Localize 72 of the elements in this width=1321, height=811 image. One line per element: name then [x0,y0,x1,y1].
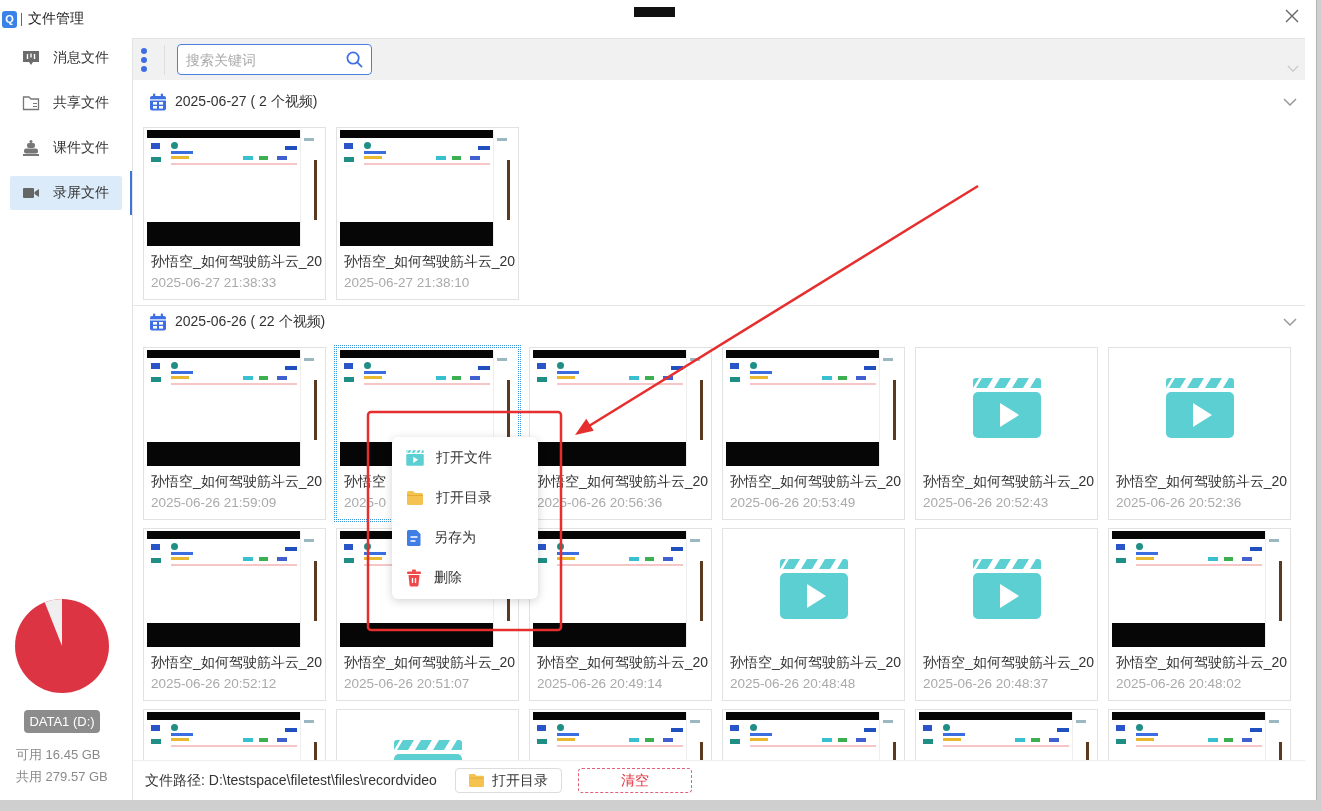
clear-button[interactable]: 清空 [577,768,692,793]
message-icon [22,50,40,66]
video-card[interactable]: 孙悟空_如何驾驶筋斗云_20 2025-06-26 20:52:36 [1108,347,1291,520]
video-card[interactable]: 孙悟空_如何驾驶筋斗云_20 2025-06-26 21:59:09 [143,347,326,520]
video-time: 2025-06-26 20:52:36 [1116,494,1242,512]
video-title: 孙悟空_如何驾驶筋斗云_20 [344,252,516,271]
chevron-down-icon[interactable] [1283,98,1297,106]
more-icon[interactable] [140,46,148,73]
calendar-icon [149,93,167,111]
video-card[interactable]: 孙悟空_如何驾驶筋斗云_20 2025-06-27 21:38:10 [336,127,519,300]
video-card[interactable]: 孙悟空_如何驾驶筋斗云_20 2025-06-26 20:48:37 [915,528,1098,701]
app-logo: Q [2,10,17,28]
video-title: 孙悟空_如何驾驶筋斗云_20 [151,653,323,672]
video-card[interactable]: 孙悟空_如何驾驶筋斗云_20 2025-06-26 20:48:02 [1108,528,1291,701]
group-title: 2025-06-27 ( 2 个视频) [175,93,318,111]
search-icon[interactable] [346,51,363,68]
sidebar-item[interactable]: 录屏文件 [10,176,122,210]
video-time: 2025-06-26 20:52:43 [923,494,1049,512]
video-time: 2025-06-26 20:52:12 [151,675,277,693]
document-icon [406,529,422,547]
video-time: 2025-06-27 21:38:33 [151,274,277,292]
folder-icon [406,490,424,506]
video-time: 2025-06-26 20:48:48 [730,675,856,693]
calendar-icon [149,313,167,331]
trash-icon [406,569,422,587]
sidebar-item[interactable]: 消息文件 [10,41,122,75]
free-space-text: 可用 16.45 GB [16,746,101,764]
video-title: 孙悟空_如何驾驶筋斗云_20 [151,252,323,271]
video-time: 2025-06-26 21:59:09 [151,494,277,512]
selection-indicator [130,171,132,215]
redaction-block [634,7,675,17]
video-title: 孙悟空_如何驾驶筋斗云_20 [923,472,1095,491]
video-title: 孙悟空_如何驾驶筋斗云_20 [151,472,323,491]
file-path-text: 文件路径: D:\testspace\filetest\files\recordvideo [145,771,437,790]
video-time: 2025-06-26 20:49:14 [537,675,663,693]
close-icon[interactable] [1285,9,1299,23]
video-card[interactable]: 孙悟空_如何驾驶筋斗云_20 2025-06-26 20:52:43 [915,347,1098,520]
robot-icon [22,139,40,157]
video-time: 2025-06-26 20:48:02 [1116,675,1242,693]
search-field[interactable]: 搜索关键词 [177,44,372,75]
video-card[interactable]: 孙悟空_如何驾驶筋斗云_20 2025-06-26 20:53:49 [722,347,905,520]
clapperboard-icon [971,558,1042,620]
video-time: 2025-06-26 20:51:07 [344,675,470,693]
sidebar-item[interactable]: 课件文件 [10,131,122,165]
video-time: 2025-06-26 20:53:49 [730,494,856,512]
total-space-text: 共用 279.57 GB [16,768,108,786]
video-card[interactable]: 孙悟空_如何驾驶筋斗云_20 2025-06-26 20:48:48 [722,528,905,701]
video-card[interactable]: 孙悟空_如何驾驶筋斗云_20 2025-06-26 20:49:14 [529,528,712,701]
clapperboard-icon [1164,377,1235,439]
video-title: 孙悟空_如何驾驶筋斗云_20 [1116,653,1288,672]
clapperboard-icon [971,377,1042,439]
chevron-down-icon[interactable] [1283,318,1297,326]
folder-icon [22,95,40,111]
video-title: 孙悟空_如何驾驶筋斗云_20 [344,653,516,672]
video-title: 孙悟空_如何驾驶筋斗云_20 [923,653,1095,672]
video-time: 2025-06-27 21:38:10 [344,274,470,292]
clapperboard-icon [778,558,849,620]
video-title: 孙悟空_如何驾驶筋斗云_20 [537,653,709,672]
video-card[interactable]: 孙悟空_如何驾驶筋斗云_20 2025-06-26 20:52:12 [143,528,326,701]
folder-icon [468,773,486,788]
video-time: 2025-06-26 20:48:37 [923,675,1049,693]
clapperboard-icon [406,450,424,466]
video-camera-icon [22,186,40,200]
video-title: 孙悟空_如何驾驶筋斗云_20 [730,653,902,672]
sidebar-item[interactable]: 共享文件 [10,86,122,120]
video-title: 孙悟空_如何驾驶筋斗云_20 [1116,472,1288,491]
drive-label: DATA1 (D:) [24,710,100,733]
open-folder-button[interactable]: 打开目录 [454,768,562,793]
video-title: 孙悟空_如何驾驶筋斗云_20 [730,472,902,491]
group-title: 2025-06-26 ( 22 个视频) [175,313,326,331]
window-title: 文件管理 [28,10,84,28]
video-card[interactable]: 孙悟空_如何驾驶筋斗云_20 2025-06-27 21:38:33 [143,127,326,300]
